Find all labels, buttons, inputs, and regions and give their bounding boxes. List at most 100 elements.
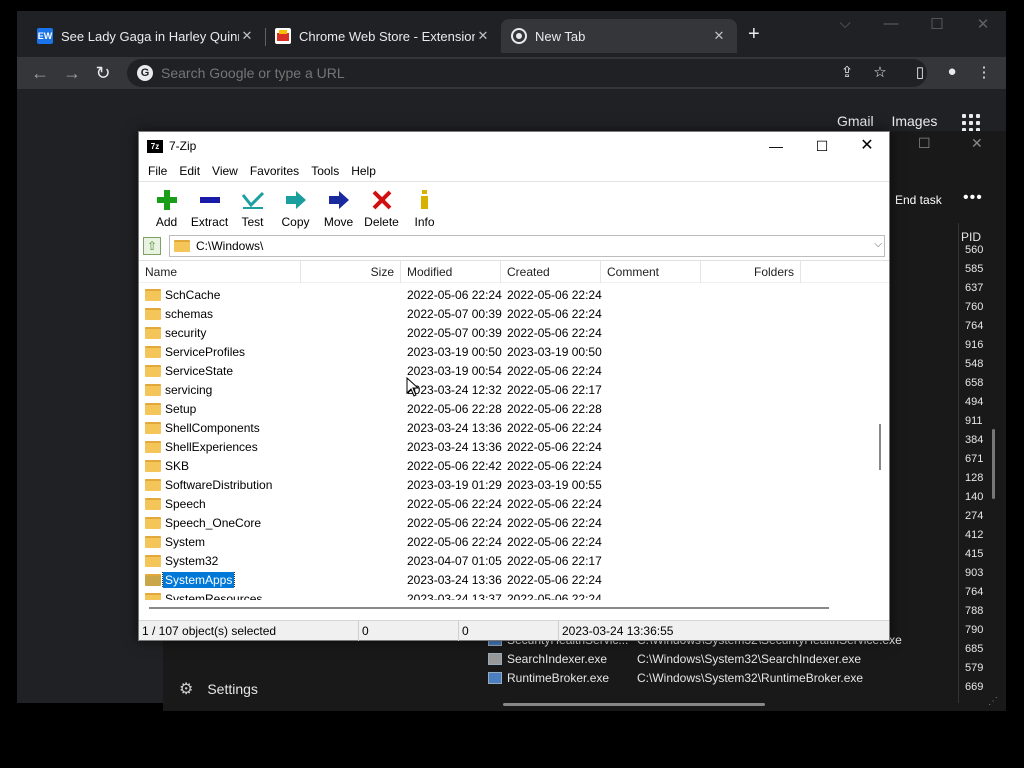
add-button[interactable]: Add [145,183,188,232]
profile-icon[interactable]: ● [942,63,962,80]
process-row[interactable]: SearchIndexer.exe C:\Windows\System32\Se… [488,649,958,668]
back-arrow-icon[interactable]: ← [29,62,51,84]
column-header-modified[interactable]: Modified [401,261,501,283]
menu-kebab-icon[interactable]: ⋮ [974,63,994,81]
side-panel-icon[interactable]: ▯ [910,63,930,81]
file-row[interactable]: SKB 2022-05-06 22:42 2022-05-06 22:24 [139,456,879,475]
maximize-icon[interactable]: ☐ [914,15,960,33]
close-window-icon[interactable]: ✕ [960,15,1006,33]
menu-tools[interactable]: Tools [305,164,345,178]
file-row[interactable]: ShellExperiences 2023-03-24 13:36 2022-05-… [139,437,879,456]
tm-horizontal-scrollbar[interactable] [503,703,765,706]
new-tab-plus-icon[interactable]: + [748,24,760,44]
status-selection: 1 / 107 object(s) selected [139,620,359,641]
end-task-button[interactable]: End task [895,193,942,207]
tm-scrollbar[interactable] [992,429,995,499]
maximize-icon[interactable]: ☐ [799,132,845,160]
omnibox-input[interactable] [161,65,761,81]
file-row[interactable]: servicing 2023-03-24 12:32 2022-05-06 22:1… [139,380,879,399]
google-apps-icon[interactable] [962,114,980,132]
menu-favorites[interactable]: Favorites [244,164,305,178]
extract-button[interactable]: Extract [188,183,231,232]
info-button[interactable]: Info [403,183,446,232]
close-tab-icon[interactable]: ✕ [711,28,727,44]
created-cell: 2022-05-06 22:24 [507,420,602,435]
process-row[interactable]: RuntimeBroker.exe C:\Windows\System32\Ru… [488,668,958,687]
file-row[interactable]: Speech 2022-05-06 22:24 2022-05-06 22:24 [139,494,879,513]
column-header-created[interactable]: Created [501,261,601,283]
close-window-icon[interactable]: ✕ [844,132,890,160]
file-row[interactable]: ServiceProfiles 2023-03-19 00:50 2023-03-1… [139,342,879,361]
share-icon[interactable]: ⇪ [837,63,857,81]
info-icon [412,187,438,212]
settings-nav-item[interactable]: ⚙ Settings [179,679,258,699]
copy-button[interactable]: Copy [274,183,317,232]
file-name: System32 [165,553,219,568]
minimize-icon[interactable]: — [753,132,799,160]
close-tab-icon[interactable]: ✕ [239,28,255,44]
column-header-comment[interactable]: Comment [601,261,701,283]
delete-x-icon [369,187,395,212]
tm-maximize-icon[interactable]: ☐ [918,135,931,152]
file-row[interactable]: System 2022-05-06 22:24 2022-05-06 22:24 [139,532,879,551]
tab-search-chevron-icon[interactable]: ⌵ [822,15,868,32]
menu-file[interactable]: File [142,164,173,178]
reload-icon[interactable]: ↻ [92,62,114,84]
tab-new-tab[interactable]: New Tab ✕ [501,19,737,53]
file-name: ShellExperiences [165,439,258,454]
sevenzip-window: 7z 7-Zip — ☐ ✕ File Edit View Favorites … [138,131,890,641]
file-name: SystemApps [161,571,236,588]
modified-cell: 2022-05-07 00:39 [407,325,502,340]
file-list[interactable]: Name Size Modified Created Comment Folde… [139,260,889,600]
minimize-icon[interactable]: — [868,15,914,32]
up-folder-icon[interactable]: ⇧ [143,237,161,255]
pid-cell: 658 [965,377,984,389]
file-row[interactable]: ShellComponents 2023-03-24 13:36 2022-05-0… [139,418,879,437]
tab-chrome-web-store[interactable]: Chrome Web Store - Extensions ✕ [269,19,497,53]
address-bar: ⇧ ⌵ [139,234,889,258]
file-row[interactable]: SystemApps 2023-03-24 13:36 2022-05-06 22:… [139,570,879,589]
delete-button[interactable]: Delete [360,183,403,232]
images-link[interactable]: Images [891,113,937,129]
more-options-icon[interactable]: ••• [963,189,983,207]
mouse-cursor-icon [406,377,420,397]
file-row[interactable]: Speech_OneCore 2022-05-06 22:24 2022-05-06… [139,513,879,532]
bookmark-star-icon[interactable]: ☆ [870,63,890,81]
file-row[interactable]: SystemResources 2023-03-24 13:37 2022-05-0… [139,589,879,600]
chevron-down-icon[interactable]: ⌵ [874,239,882,250]
created-cell: 2022-05-06 22:24 [507,458,602,473]
column-header-folders[interactable]: Folders [701,261,801,283]
horizontal-scrollbar-thumb[interactable] [149,607,829,609]
file-row[interactable]: SoftwareDistribution 2023-03-19 01:29 2023… [139,475,879,494]
file-row[interactable]: Setup 2022-05-06 22:28 2022-05-06 22:28 [139,399,879,418]
file-row[interactable]: security 2022-05-07 00:39 2022-05-06 22:24 [139,323,879,342]
menu-help[interactable]: Help [345,164,382,178]
path-input[interactable] [196,239,856,253]
tab-title: Chrome Web Store - Extensions [299,28,475,44]
close-tab-icon[interactable]: ✕ [475,28,491,44]
omnibox[interactable]: G [127,59,927,87]
file-row[interactable]: ServiceState 2023-03-19 00:54 2022-05-06 2… [139,361,879,380]
menu-view[interactable]: View [206,164,244,178]
gmail-link[interactable]: Gmail [837,113,874,129]
move-button[interactable]: Move [317,183,360,232]
column-header-name[interactable]: Name [139,261,301,283]
resize-grip-icon[interactable]: ⋰ [988,696,998,707]
menu-edit[interactable]: Edit [173,164,206,178]
created-cell: 2022-05-06 22:24 [507,287,602,302]
file-row[interactable]: System32 2023-04-07 01:05 2022-05-06 22:17 [139,551,879,570]
forward-arrow-icon[interactable]: → [61,62,83,84]
path-combobox[interactable]: ⌵ [169,235,885,257]
pid-cell: 548 [965,358,984,370]
file-row[interactable]: schemas 2022-05-07 00:39 2022-05-06 22:24 [139,304,879,323]
column-header-size[interactable]: Size [301,261,401,283]
name-cell: SKB [139,458,301,474]
tab-lady-gaga[interactable]: EW See Lady Gaga in Harley Quinn r ✕ [31,19,261,53]
test-button[interactable]: Test [231,183,274,232]
tm-close-icon[interactable]: ✕ [971,135,983,152]
ntp-header-links: Gmail Images [837,113,951,129]
settings-label: Settings [207,681,258,697]
file-row[interactable]: SchCache 2022-05-06 22:24 2022-05-06 22:24 [139,285,879,304]
created-cell: 2022-05-06 22:24 [507,496,602,511]
vertical-scrollbar-thumb[interactable] [879,424,881,470]
